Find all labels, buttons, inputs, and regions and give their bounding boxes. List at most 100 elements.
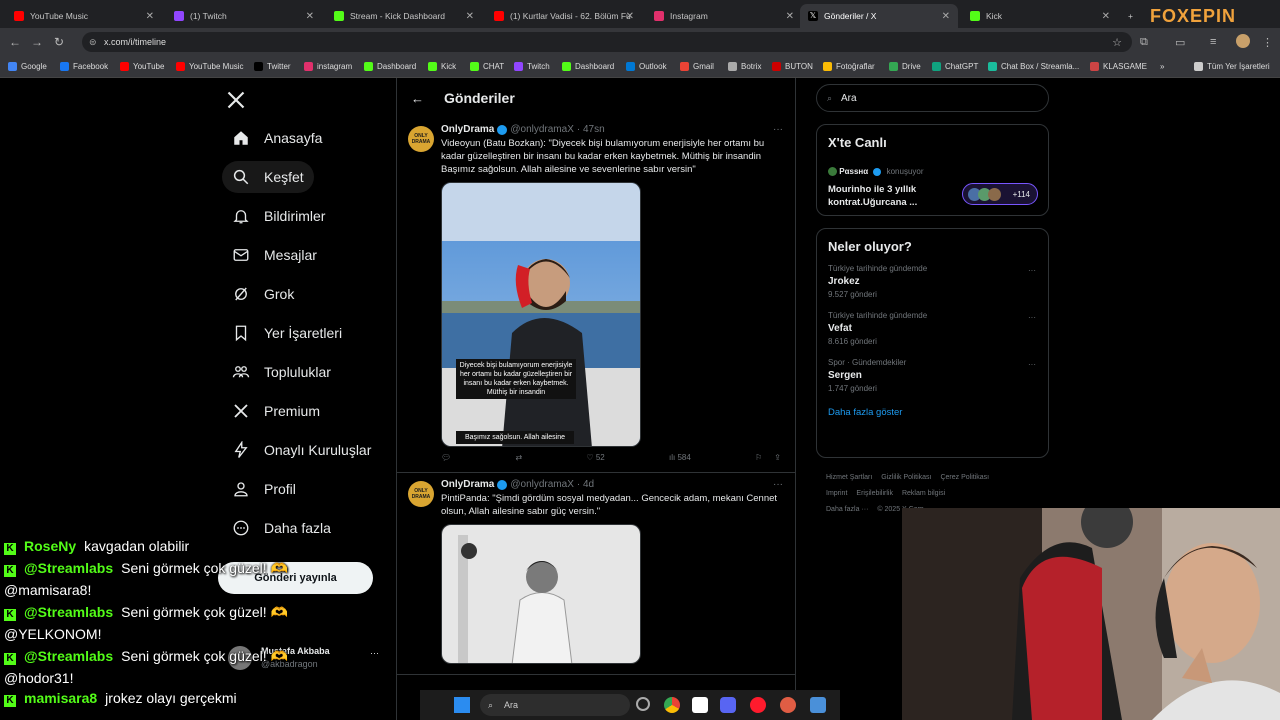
bookmark-item[interactable]: Gmail [680,62,714,71]
search-input[interactable]: ⌕ Ara [816,84,1049,112]
opera-icon[interactable] [750,697,766,713]
live-title[interactable]: Mourinho ile 3 yıllık kontrat.Uğurcana .… [828,183,948,209]
sidebar-item-profile[interactable]: Profil [222,473,306,505]
close-icon[interactable]: ✕ [146,11,154,22]
x-logo-icon[interactable] [226,90,246,110]
bookmark-item[interactable]: Botrix [728,62,761,71]
footer-link[interactable]: Hizmet Şartları [826,474,872,481]
live-host-row[interactable]: Pαssнα konuşuyor [828,167,924,177]
menu-lines-icon[interactable]: ≡ [1210,36,1216,48]
tweet[interactable]: ONLY DRAMA OnlyDrama @onlydramaX · 4d ··… [397,473,795,675]
back-arrow-icon[interactable]: ← [411,91,424,106]
sidebar-item-communities[interactable]: Topluluklar [222,356,341,388]
back-icon[interactable]: ← [4,35,26,49]
show-more-link[interactable]: Daha fazla göster [817,401,1048,424]
close-icon[interactable]: ✕ [786,11,794,22]
sidebar-item-home[interactable]: Anasayfa [222,122,332,154]
more-icon[interactable]: ··· [1028,266,1036,275]
bookmark-item[interactable]: Google [8,62,47,71]
star-icon[interactable]: ☆ [1112,36,1122,49]
trend-item[interactable]: Türkiye tarihinde gündemde Jrokez 9.527 gö… [817,260,1048,307]
app-icon[interactable] [810,697,826,713]
bookmark-item[interactable]: Facebook [60,62,108,71]
bookmark-item[interactable]: Kick [428,62,456,71]
sidepanel-icon[interactable]: ▭ [1175,36,1185,49]
bookmark-item[interactable]: instagram [304,62,352,71]
bookmark-item[interactable]: KLASGAME [1090,62,1147,71]
repost-icon[interactable]: ⇄ [515,453,522,462]
bookmark-item[interactable]: Fotoğraflar [823,62,875,71]
avatar[interactable] [1236,34,1250,48]
sidebar-item-premium[interactable]: Premium [222,395,330,427]
sidebar-item-explore[interactable]: Keşfet [222,161,314,193]
views-button[interactable]: ılı 584 [669,453,691,462]
footer-link[interactable]: Çerez Politikası [940,474,989,481]
tab-twitch[interactable]: (1) Twitch ✕ [166,4,322,28]
new-tab-button[interactable]: + [1120,4,1140,28]
tab-instagram[interactable]: Instagram ✕ [646,4,802,28]
tweet[interactable]: ONLY DRAMA OnlyDrama @onlydramaX · 47sn … [397,118,795,473]
footer-link[interactable]: Imprint [826,490,847,497]
tab-kick-dashboard[interactable]: Stream - Kick Dashboard ✕ [326,4,482,28]
sidebar-item-verified-orgs[interactable]: Onaylı Kuruluşlar [222,434,381,466]
address-bar[interactable]: ⊜ x.com/i/timeline ☆ [82,32,1132,52]
app-icon[interactable] [692,697,708,713]
sidebar-item-grok[interactable]: Grok [222,278,304,310]
more-icon[interactable]: ··· [773,479,783,490]
bookmark-item[interactable]: Dashboard [562,62,614,71]
sidebar-item-notifications[interactable]: Bildirimler [222,200,335,232]
forward-icon[interactable]: → [26,35,48,49]
reload-icon[interactable]: ↻ [48,35,70,49]
avatar[interactable]: ONLY DRAMA [408,481,434,507]
tab-kick[interactable]: Kick ✕ [962,4,1118,28]
sidebar-item-bookmarks[interactable]: Yer İşaretleri [222,317,352,349]
windows-start-icon[interactable] [454,697,470,713]
bookmark-item[interactable]: YouTube [120,62,164,71]
bookmark-item[interactable]: Chat Box / Streamla... [988,62,1079,71]
bookmark-item[interactable]: BUTON [772,62,813,71]
avatar[interactable]: ONLY DRAMA [408,126,434,152]
tab-x-posts[interactable]: 𝕏 Gönderiler / X ✕ [800,4,958,28]
footer-link[interactable]: Gizlilik Politikası [881,474,931,481]
live-join-button[interactable]: +114 [962,183,1038,205]
reply-icon[interactable]: 💬︎ [441,453,451,462]
app-icon[interactable] [780,697,796,713]
more-icon[interactable]: ··· [1028,360,1036,369]
share-icon[interactable]: ⇪ [774,453,781,462]
trend-item[interactable]: Türkiye tarihinde gündemde Vefat 8.616 gön… [817,307,1048,354]
bookmark-item[interactable]: Dashboard [364,62,416,71]
bookmark-item[interactable]: YouTube Music [176,62,244,71]
site-info-icon[interactable]: ⊜ [89,37,97,48]
close-icon[interactable]: ✕ [306,11,314,22]
tweet-media[interactable] [441,524,641,664]
chrome-icon[interactable] [664,697,680,713]
tab-kurtlar-vadisi[interactable]: (1) Kurtlar Vadisi - 62. Bölüm Fu ✕ [486,4,642,28]
bookmarks-overflow-icon[interactable]: » [1160,62,1164,71]
close-icon[interactable]: ✕ [1102,11,1110,22]
footer-link[interactable]: Erişilebilirlik [856,490,893,497]
bookmark-item[interactable]: Drive [889,62,921,71]
discord-icon[interactable] [720,697,736,713]
kebab-menu-icon[interactable]: ⋮ [1262,36,1273,49]
more-icon[interactable]: ··· [773,124,783,135]
footer-link[interactable]: Daha fazla ··· [826,506,868,513]
tweet-media[interactable]: Diyecek bişi bulamıyorum enerjisiyle her… [441,182,641,447]
close-icon[interactable]: ✕ [626,11,634,22]
bookmark-icon[interactable]: ⚐ [755,453,762,462]
task-view-icon[interactable] [636,697,650,711]
taskbar-search[interactable]: ⌕ Ara [480,694,630,716]
bookmark-item[interactable]: Twitch [514,62,550,71]
more-icon[interactable]: ··· [1028,313,1036,322]
bookmark-item[interactable]: ChatGPT [932,62,978,71]
tab-youtube-music[interactable]: YouTube Music ✕ [6,4,162,28]
close-icon[interactable]: ✕ [942,11,950,22]
trend-item[interactable]: Spor · Gündemdekiler Sergen 1.747 gönderi ·… [817,354,1048,401]
close-icon[interactable]: ✕ [466,11,474,22]
like-button[interactable]: ♡ 52 [586,453,604,462]
sidebar-item-messages[interactable]: Mesajlar [222,239,327,271]
bookmark-item[interactable]: Outlook [626,62,667,71]
extensions-icon[interactable]: ⧉ [1140,36,1148,49]
all-bookmarks-folder[interactable]: Tüm Yer İşaretleri [1194,62,1270,71]
bookmark-item[interactable]: CHAT [470,62,504,71]
bookmark-item[interactable]: Twitter [254,62,291,71]
